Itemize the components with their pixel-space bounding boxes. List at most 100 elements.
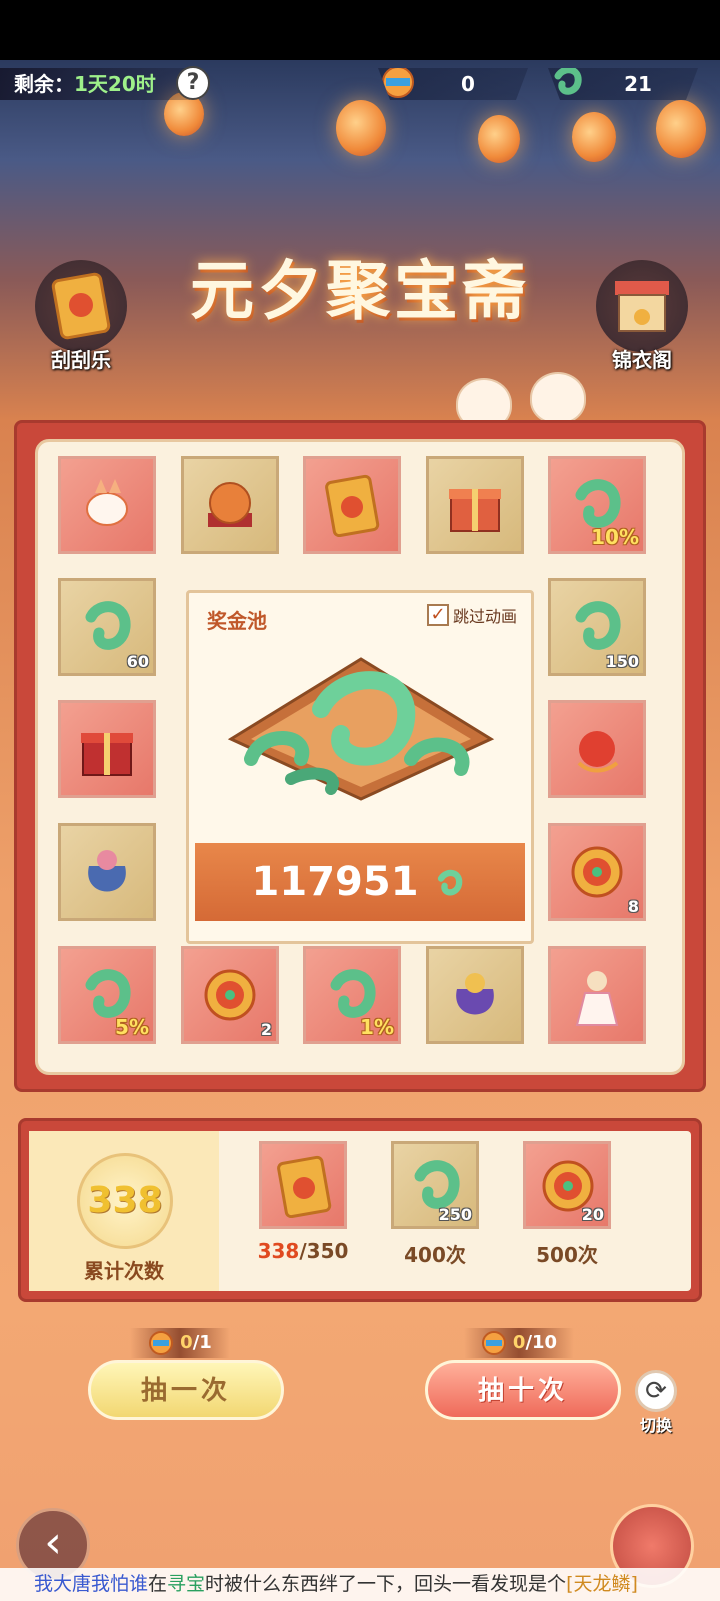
milestone-reward[interactable]: 338/350 bbox=[257, 1141, 349, 1263]
prize-cell[interactable] bbox=[303, 456, 401, 554]
milestone-cell[interactable]: 20 bbox=[523, 1141, 611, 1229]
draw-ten-cost-owned: 0 bbox=[512, 1332, 526, 1353]
cell-probability: 10% bbox=[591, 525, 639, 549]
broadcast-ticker: 我大唐我怕谁在寻宝时被什么东西绊了一下，回头一看发现是个[天龙鳞] bbox=[0, 1568, 720, 1601]
remaining-time-value: 1天20时 bbox=[74, 72, 156, 96]
milestone-reward[interactable]: 250 400次 bbox=[389, 1141, 481, 1268]
pool-amount: 117951 bbox=[195, 843, 525, 921]
scratch-card-icon bbox=[277, 1155, 332, 1218]
lantern-decoration bbox=[336, 100, 386, 156]
lantern-decoration bbox=[656, 100, 706, 158]
prize-pool: 奖金池 ✓ 跳过动画 117951 bbox=[186, 590, 534, 944]
milestone-label: 500次 bbox=[521, 1239, 613, 1268]
prize-cell[interactable] bbox=[426, 946, 524, 1044]
mascot-right-icon bbox=[530, 372, 586, 424]
draw-one-cost: 0/1 bbox=[130, 1328, 230, 1358]
cumulative-reward-inner: 338 累计次数 338/350 250 400次 20 500次 bbox=[29, 1131, 691, 1291]
draw-once-button[interactable]: 抽一次 bbox=[88, 1360, 284, 1420]
skip-animation-label: 跳过动画 bbox=[452, 607, 517, 626]
draw-ten-cost: 0/10 bbox=[464, 1328, 574, 1358]
orb-icon bbox=[208, 482, 252, 527]
ticker-player: 我大唐我怕谁 bbox=[34, 1573, 149, 1595]
milestone-reward[interactable]: 20 500次 bbox=[521, 1141, 613, 1268]
lucky-bag-icon bbox=[88, 850, 126, 892]
milestone-label: 338/350 bbox=[257, 1239, 349, 1263]
back-arrow-icon: ‹ bbox=[44, 1517, 62, 1568]
skip-animation-checkbox[interactable]: ✓ bbox=[426, 604, 449, 626]
milestone-quantity: 20 bbox=[581, 1205, 604, 1224]
currency-jade: 21 bbox=[548, 68, 698, 100]
cumulative-count: 338 bbox=[77, 1153, 173, 1249]
jade-treasure-pile-icon bbox=[227, 657, 495, 801]
cumulative-count-label: 累计次数 bbox=[84, 1259, 164, 1283]
draw-one-cost-required: /1 bbox=[192, 1332, 212, 1353]
prize-cell[interactable]: 8 bbox=[548, 823, 646, 921]
prize-cell[interactable] bbox=[58, 456, 156, 554]
prize-cell[interactable]: 60 bbox=[58, 578, 156, 676]
gift-box-icon bbox=[449, 489, 501, 532]
prize-cell[interactable] bbox=[426, 456, 524, 554]
refresh-icon: ⟳ bbox=[635, 1370, 677, 1412]
ticket-icon bbox=[382, 68, 414, 98]
milestone-cell[interactable] bbox=[259, 1141, 347, 1229]
draw-ten-button[interactable]: 抽十次 bbox=[425, 1360, 621, 1420]
shop-stall-icon bbox=[596, 260, 688, 352]
top-bar: 剩余：1天20时 ? 0 21 bbox=[0, 62, 720, 106]
scratch-lottery-button[interactable]: 刮刮乐 bbox=[26, 260, 136, 373]
ticker-text: 时被什么东西绊了一下，回头一看发现是个 bbox=[205, 1573, 567, 1595]
jade-dragon-icon bbox=[85, 601, 131, 650]
flower-coin-icon bbox=[204, 969, 256, 1021]
lantern-decoration bbox=[478, 115, 520, 163]
status-bar bbox=[0, 0, 720, 60]
flower-coin-icon bbox=[571, 846, 623, 898]
pool-amount-value: 117951 bbox=[251, 859, 419, 905]
cumulative-count-area: 338 累计次数 bbox=[29, 1131, 219, 1291]
milestone-progress: 338 bbox=[257, 1239, 300, 1263]
ticker-item: [天龙鳞] bbox=[566, 1573, 638, 1595]
cumulative-reward-panel: 338 累计次数 338/350 250 400次 20 500次 bbox=[18, 1118, 702, 1302]
remaining-time: 剩余：1天20时 bbox=[0, 68, 190, 100]
ticket-icon bbox=[149, 1331, 174, 1355]
switch-button[interactable]: ⟳ 切换 bbox=[630, 1370, 682, 1436]
ticket-count: 0 bbox=[461, 72, 475, 96]
draw-one-cost-owned: 0 bbox=[180, 1332, 193, 1353]
scratch-label: 刮刮乐 bbox=[51, 348, 111, 372]
purple-bag-icon bbox=[456, 973, 494, 1015]
prize-cell[interactable]: 1% bbox=[303, 946, 401, 1044]
wardrobe-label: 锦衣阁 bbox=[612, 348, 672, 372]
prize-cell[interactable] bbox=[58, 823, 156, 921]
phoenix-ornament-icon bbox=[577, 731, 619, 773]
ticker-text: 在 bbox=[148, 1573, 168, 1595]
pool-title: 奖金池 bbox=[207, 609, 267, 633]
cell-probability: 5% bbox=[115, 1015, 149, 1039]
milestone-target: 400次 bbox=[404, 1243, 466, 1267]
currency-ticket: 0 bbox=[378, 68, 528, 100]
skip-animation-toggle[interactable]: ✓ 跳过动画 bbox=[426, 603, 517, 627]
prize-cell[interactable]: 150 bbox=[548, 578, 646, 676]
cell-quantity: 150 bbox=[605, 652, 639, 671]
cell-quantity: 8 bbox=[627, 897, 639, 916]
help-icon[interactable]: ? bbox=[176, 66, 210, 100]
red-gift-box-icon bbox=[81, 733, 133, 776]
prize-cell[interactable] bbox=[181, 456, 279, 554]
jade-dragon-icon bbox=[438, 869, 463, 896]
prize-cell[interactable]: 10% bbox=[548, 456, 646, 554]
fox-mount-icon bbox=[86, 479, 128, 526]
prize-cell[interactable]: 5% bbox=[58, 946, 156, 1044]
prize-cell[interactable] bbox=[548, 700, 646, 798]
scratch-card-icon bbox=[35, 260, 127, 352]
event-title: 元夕聚宝斋 bbox=[190, 254, 530, 329]
costume-character-icon bbox=[575, 971, 619, 1026]
prize-cell[interactable] bbox=[58, 700, 156, 798]
milestone-target: /350 bbox=[299, 1239, 349, 1263]
milestone-cell[interactable]: 250 bbox=[391, 1141, 479, 1229]
milestone-label: 400次 bbox=[389, 1239, 481, 1268]
jade-count: 21 bbox=[624, 72, 652, 96]
prize-cell[interactable]: 2 bbox=[181, 946, 279, 1044]
jade-dragon-icon bbox=[554, 68, 582, 95]
cell-quantity: 60 bbox=[126, 652, 149, 671]
wardrobe-button[interactable]: 锦衣阁 bbox=[587, 260, 697, 373]
scratch-card-icon bbox=[325, 474, 380, 537]
prize-cell[interactable] bbox=[548, 946, 646, 1044]
jade-dragon-icon bbox=[575, 601, 621, 650]
